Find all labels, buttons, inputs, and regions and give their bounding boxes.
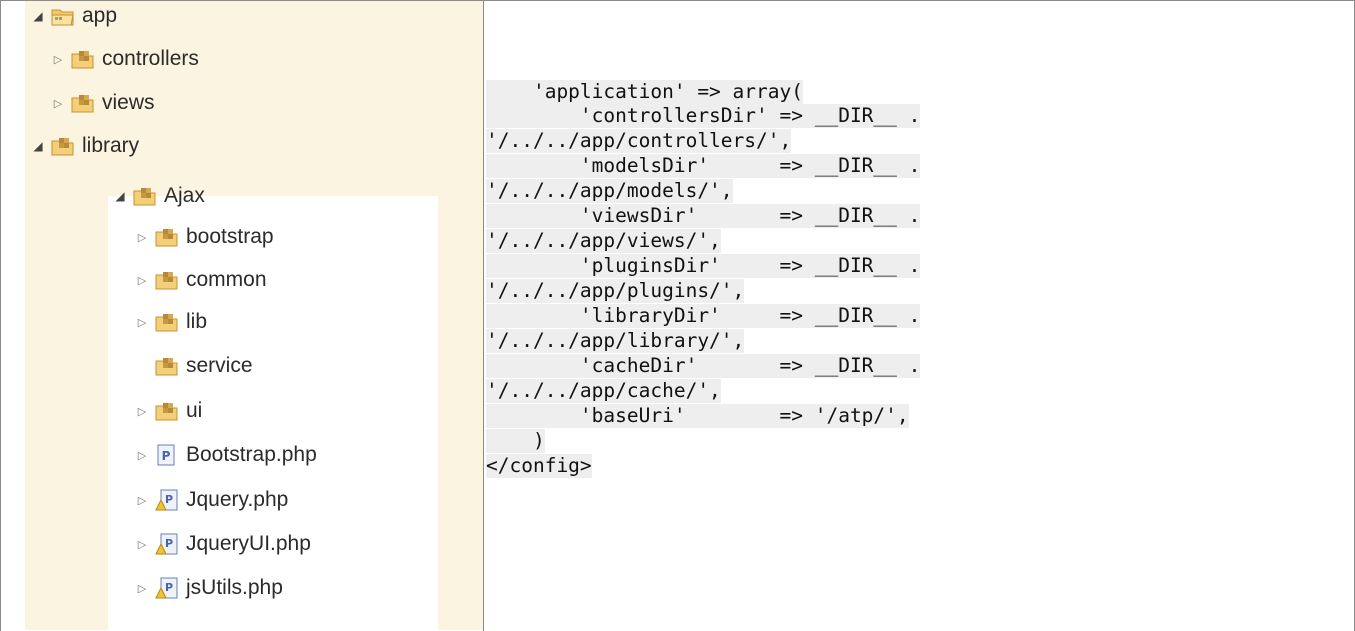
tree-item-label: common bbox=[186, 268, 267, 291]
config-code-block: 'application' => array( 'controllersDir'… bbox=[484, 1, 1354, 630]
collapsed-arrow-icon[interactable]: ▷ bbox=[134, 538, 150, 551]
tree-item-label: jsUtils.php bbox=[186, 576, 283, 599]
tree-item-label: service bbox=[186, 354, 253, 377]
code-line: 'baseUri' => '/atp/', bbox=[486, 404, 909, 428]
tree-item-jquery-php[interactable]: ▷ P Jquery.php bbox=[134, 480, 289, 520]
php-file-warning-icon: P bbox=[154, 532, 180, 556]
svg-text:P: P bbox=[165, 537, 173, 550]
package-icon bbox=[154, 310, 180, 334]
code-line: 'viewsDir' => __DIR__ . bbox=[486, 204, 921, 228]
tree-item-ajax[interactable]: ◢ Ajax bbox=[112, 176, 205, 216]
svg-text:P: P bbox=[162, 449, 171, 463]
package-icon bbox=[50, 134, 76, 158]
tree-item-bootstrap-php[interactable]: ▷ P Bootstrap.php bbox=[134, 435, 317, 475]
code-line: 'controllersDir' => __DIR__ . bbox=[486, 104, 921, 128]
tree-item-label: Ajax bbox=[164, 184, 205, 207]
expanded-arrow-icon[interactable]: ◢ bbox=[30, 9, 46, 23]
tree-item-label: bootstrap bbox=[186, 225, 274, 248]
tree-item-label: ui bbox=[186, 399, 203, 422]
package-folder-icon bbox=[50, 4, 76, 28]
code-line: '/../../app/views/', bbox=[486, 229, 721, 253]
tree-item-ui[interactable]: ▷ ui bbox=[134, 391, 203, 431]
tree-item-lib[interactable]: ▷ lib bbox=[134, 302, 207, 342]
code-line: 'libraryDir' => __DIR__ . bbox=[486, 304, 921, 328]
package-icon bbox=[154, 268, 180, 292]
tree-item-views[interactable]: ▷ views bbox=[50, 83, 155, 123]
code-line: '/../../app/cache/', bbox=[486, 379, 721, 403]
package-icon bbox=[154, 399, 180, 423]
tree-item-controllers[interactable]: ▷ controllers bbox=[50, 39, 199, 79]
tree-item-library[interactable]: ◢ library bbox=[30, 126, 139, 166]
php-file-icon: P bbox=[154, 443, 180, 467]
code-line: 'cacheDir' => __DIR__ . bbox=[486, 354, 921, 378]
package-icon bbox=[70, 47, 96, 71]
collapsed-arrow-icon[interactable]: ▷ bbox=[134, 405, 150, 418]
package-icon bbox=[132, 184, 158, 208]
collapsed-arrow-icon[interactable]: ▷ bbox=[134, 274, 150, 287]
tree-item-label: JqueryUI.php bbox=[186, 532, 311, 555]
expanded-arrow-icon[interactable]: ◢ bbox=[30, 139, 46, 153]
expanded-arrow-icon[interactable]: ◢ bbox=[112, 189, 128, 203]
collapsed-arrow-icon[interactable]: ▷ bbox=[50, 97, 66, 110]
tree-item-label: views bbox=[102, 91, 155, 114]
tree-item-label: controllers bbox=[102, 47, 199, 70]
package-icon bbox=[154, 225, 180, 249]
collapsed-arrow-icon[interactable]: ▷ bbox=[134, 449, 150, 462]
code-line: 'modelsDir' => __DIR__ . bbox=[486, 154, 921, 178]
tree-item-jsutils-php[interactable]: ▷ PjsUtils.php bbox=[134, 568, 283, 608]
collapsed-arrow-icon[interactable]: ▷ bbox=[134, 316, 150, 329]
code-line: '/../../app/plugins/', bbox=[486, 279, 745, 303]
code-line: '/../../app/controllers/', bbox=[486, 129, 792, 153]
code-line: </config> bbox=[486, 454, 592, 478]
tree-item-label: Jquery.php bbox=[186, 488, 289, 511]
tree-item-common[interactable]: ▷ common bbox=[134, 260, 267, 300]
svg-text:P: P bbox=[165, 581, 173, 594]
svg-text:P: P bbox=[165, 493, 173, 506]
package-icon bbox=[154, 354, 180, 378]
collapsed-arrow-icon[interactable]: ▷ bbox=[134, 494, 150, 507]
php-file-warning-icon: P bbox=[154, 488, 180, 512]
tree-item-label: Bootstrap.php bbox=[186, 443, 317, 466]
code-line: '/../../app/library/', bbox=[486, 329, 745, 353]
tree-item-label: lib bbox=[186, 310, 208, 333]
collapsed-arrow-icon[interactable]: ▷ bbox=[134, 582, 150, 595]
tree-item-label: app bbox=[82, 4, 118, 27]
code-line: ) bbox=[486, 429, 545, 453]
code-line: '/../../app/models/', bbox=[486, 179, 733, 203]
tree-item-jqueryui-php[interactable]: ▷ P JqueryUI.php bbox=[134, 524, 311, 564]
php-file-warning-icon: P bbox=[154, 576, 180, 600]
collapsed-arrow-icon[interactable]: ▷ bbox=[134, 231, 150, 244]
tree-item-bootstrap[interactable]: ▷ bootstrap bbox=[134, 217, 274, 257]
code-line: 'application' => array( bbox=[486, 80, 803, 104]
tree-item-app[interactable]: ◢ app bbox=[30, 0, 117, 36]
collapsed-arrow-icon[interactable]: ▷ bbox=[50, 53, 66, 66]
tree-item-label: library bbox=[82, 134, 140, 157]
package-icon bbox=[70, 91, 96, 115]
code-line: 'pluginsDir' => __DIR__ . bbox=[486, 254, 921, 278]
tree-item-service[interactable]: service bbox=[134, 346, 253, 386]
